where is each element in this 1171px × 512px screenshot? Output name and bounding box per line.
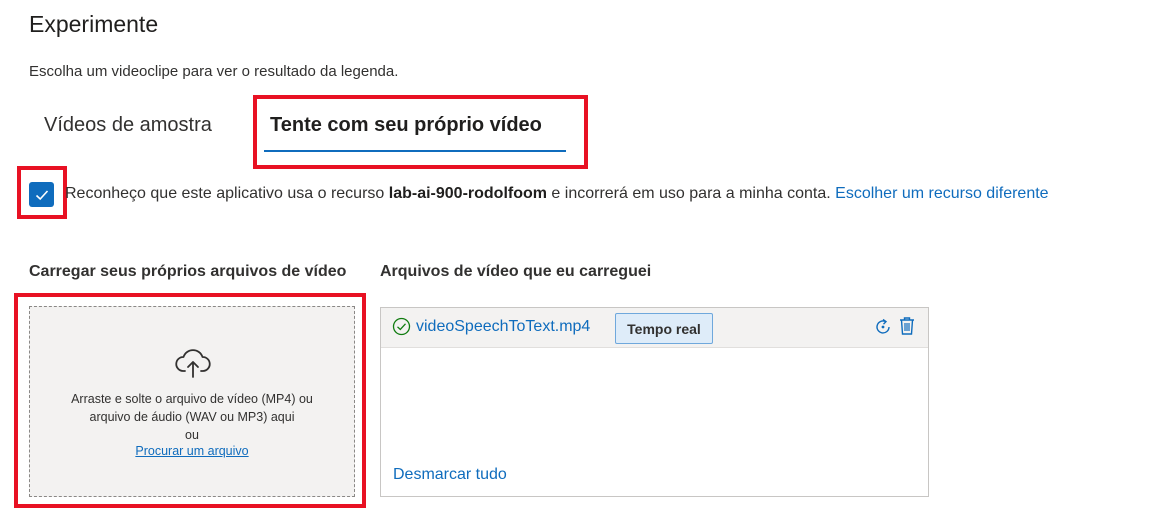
choose-resource-link[interactable]: Escolher um recurso diferente [835,185,1048,202]
file-dropzone[interactable]: Arraste e solte o arquivo de vídeo (MP4)… [29,306,355,497]
uploaded-files-panel: videoSpeechToText.mp4 Tempo real Desmarc… [380,307,929,497]
consent-text-before: Reconheço que este aplicativo usa o recu… [65,185,389,202]
highlight-box-tab [253,95,588,169]
resource-name: lab-ai-900-rodolfoom [388,185,547,202]
consent-text: Reconheço que este aplicativo usa o recu… [65,185,1049,203]
browse-file-link[interactable]: Procurar um arquivo [30,444,354,458]
delete-icon[interactable] [898,316,916,336]
page-subtitle: Escolha um videoclipe para ver o resulta… [29,63,399,80]
upload-heading: Carregar seus próprios arquivos de vídeo [29,263,347,280]
drop-instructions-or: ou [185,428,199,442]
consent-checkbox[interactable] [29,182,54,207]
tab-sample-videos[interactable]: Vídeos de amostra [44,114,212,137]
file-row[interactable]: videoSpeechToText.mp4 Tempo real [381,308,928,348]
deselect-all-link[interactable]: Desmarcar tudo [393,466,507,484]
success-check-icon [392,317,411,336]
realtime-badge: Tempo real [615,313,713,344]
uploaded-files-heading: Arquivos de vídeo que eu carreguei [380,263,652,280]
consent-text-after: e incorrerá em uso para a minha conta. [546,185,836,202]
file-name-link[interactable]: videoSpeechToText.mp4 [416,318,590,336]
drop-instructions-line1: Arraste e solte o arquivo de vídeo (MP4)… [71,392,313,406]
checkmark-icon [35,189,48,200]
drop-instructions-line2: arquivo de áudio (WAV ou MP3) aqui [89,410,295,424]
page-title: Experimente [29,11,159,37]
refresh-icon[interactable] [873,317,893,337]
cloud-upload-icon [175,349,211,378]
